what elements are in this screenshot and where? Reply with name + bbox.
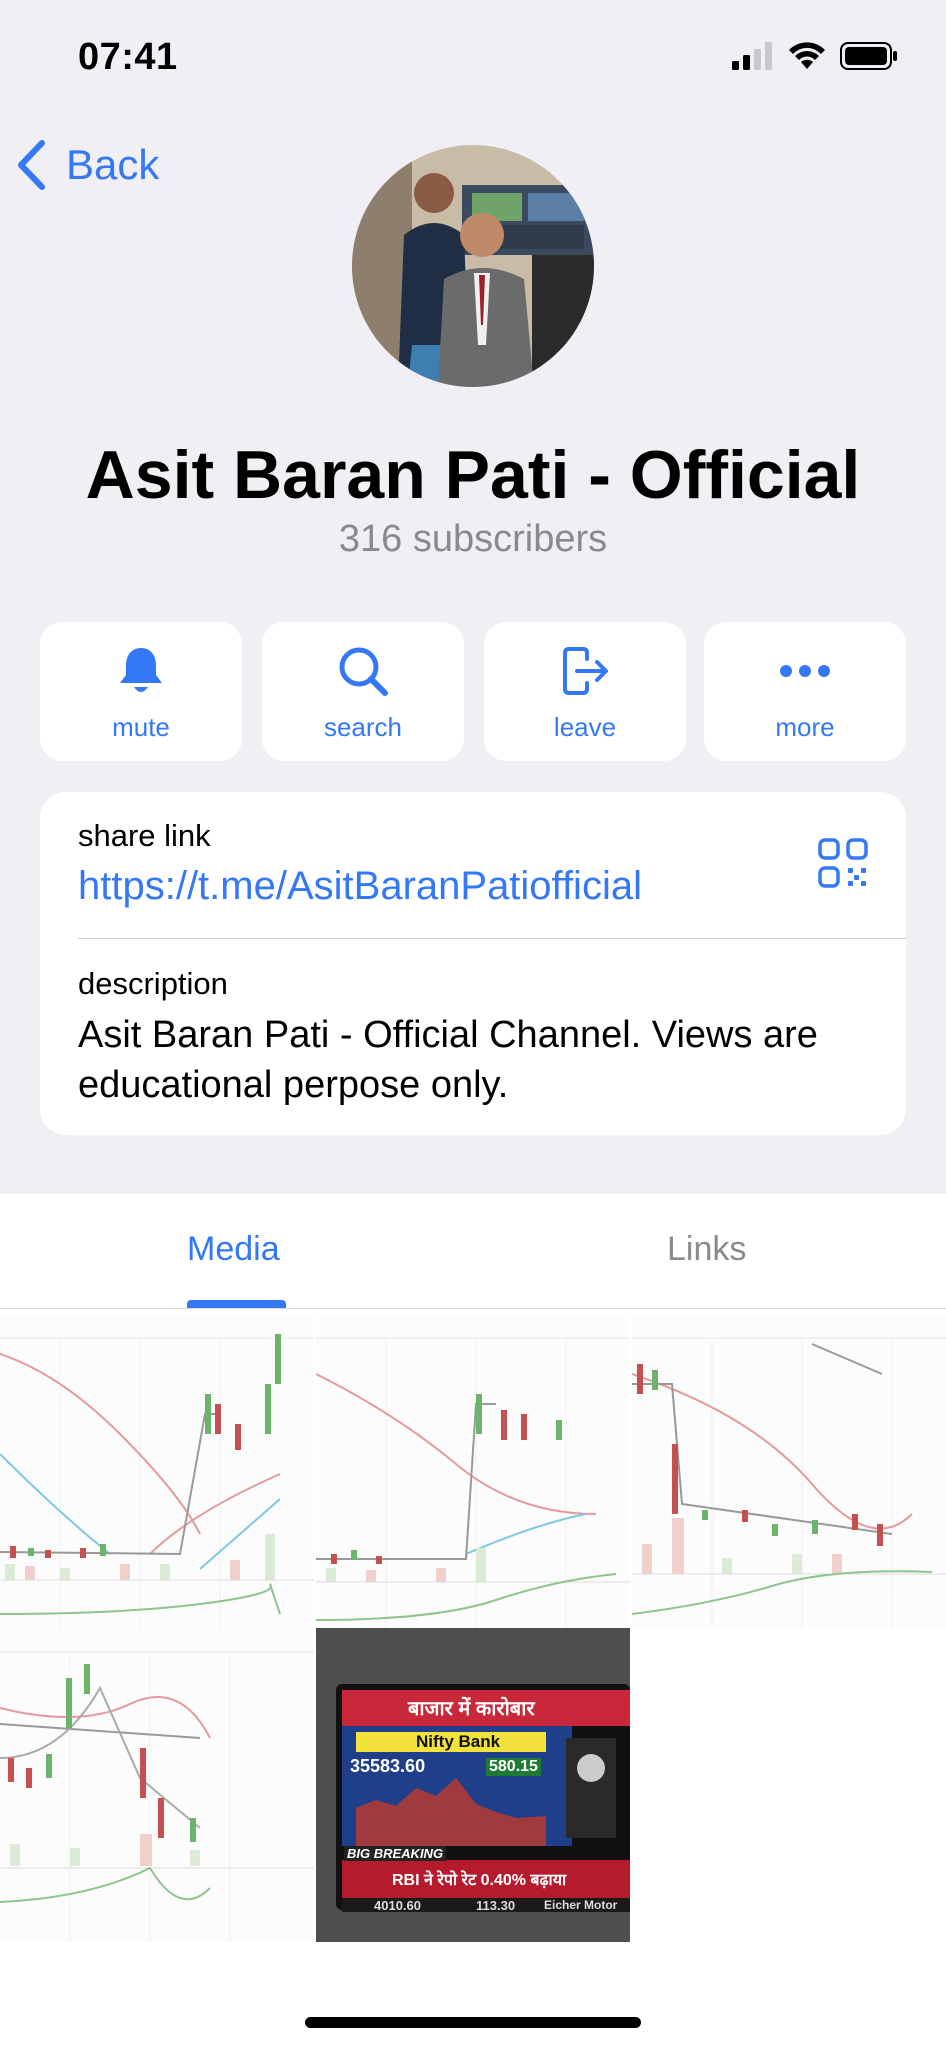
media-thumbnail-chart-1[interactable] <box>0 1314 314 1628</box>
leave-button[interactable]: leave <box>484 622 686 761</box>
search-label: search <box>323 712 403 742</box>
tab-links[interactable]: Links <box>667 1230 746 1269</box>
tab-media[interactable]: Media <box>187 1230 280 1269</box>
more-button[interactable]: more <box>704 622 906 761</box>
avatar-photo <box>352 145 594 387</box>
tab-divider <box>0 1308 946 1309</box>
leave-label: leave <box>553 712 617 742</box>
tv-banner-text: BIG BREAKING <box>344 1846 447 1861</box>
mute-label: mute <box>112 712 170 742</box>
back-button[interactable]: Back <box>16 140 159 190</box>
channel-title: Asit Baran Pati - Official <box>85 437 861 513</box>
wifi-icon <box>789 42 825 69</box>
home-indicator[interactable] <box>305 2017 641 2028</box>
back-label: Back <box>66 141 160 188</box>
divider <box>78 938 906 939</box>
share-link-caption: share link <box>78 818 211 853</box>
tv-ticker-value: 4010.60 <box>374 1898 421 1913</box>
search-icon <box>339 647 388 696</box>
search-button[interactable]: search <box>262 622 464 761</box>
shared-media-section: Media Links बाजार में कारोबार Nifty Bank… <box>0 1194 946 2048</box>
chart-thumbnail-image <box>632 1314 946 1628</box>
bell-icon <box>120 648 162 692</box>
tv-photo-image <box>316 1628 630 1942</box>
status-icons <box>732 42 898 70</box>
tv-headline-text: RBI ने रेपो रेट 0.40% बढ़ाया <box>392 1872 567 1889</box>
more-label: more <box>775 712 835 742</box>
qr-code-button[interactable] <box>818 838 868 893</box>
more-icon <box>780 665 830 677</box>
media-thumbnail-chart-2[interactable] <box>316 1314 630 1628</box>
cellular-signal-icon <box>732 42 772 70</box>
tv-ticker-name: Eicher Motor <box>544 1898 618 1912</box>
media-thumbnail-chart-3[interactable] <box>632 1314 946 1628</box>
channel-avatar[interactable] <box>352 145 594 387</box>
channel-description: Asit Baran Pati - Official Channel. View… <box>78 1014 818 1106</box>
tab-selected-indicator <box>187 1300 286 1308</box>
chart-thumbnail-image <box>0 1628 314 1942</box>
battery-icon <box>840 42 897 70</box>
tv-index-value: 35583.60 <box>350 1756 426 1776</box>
media-thumbnail-chart-4[interactable] <box>0 1628 314 1942</box>
mute-button[interactable]: mute <box>40 622 242 761</box>
tv-index-name: Nifty Bank <box>416 1732 501 1751</box>
description-caption: description <box>78 966 228 1001</box>
qr-code-icon <box>818 838 868 888</box>
chevron-left-icon <box>18 140 45 190</box>
chart-thumbnail-image <box>316 1314 630 1628</box>
tv-ticker-change: 113.30 <box>476 1898 516 1913</box>
media-thumbnail-tv-photo[interactable]: बाजार में कारोबार Nifty Bank 35583.60 58… <box>316 1628 630 1942</box>
share-link[interactable]: https://t.me/AsitBaranPatiofficial <box>78 864 642 909</box>
subscriber-count: 316 subscribers <box>338 518 608 560</box>
leave-icon <box>563 647 608 695</box>
chart-thumbnail-image <box>0 1314 314 1628</box>
tv-header-text: बाजार में कारोबार <box>408 1698 535 1720</box>
tv-index-change: 580.15 <box>486 1758 541 1776</box>
status-time: 07:41 <box>78 36 178 78</box>
info-card: share link https://t.me/AsitBaranPatioff… <box>40 792 906 1135</box>
